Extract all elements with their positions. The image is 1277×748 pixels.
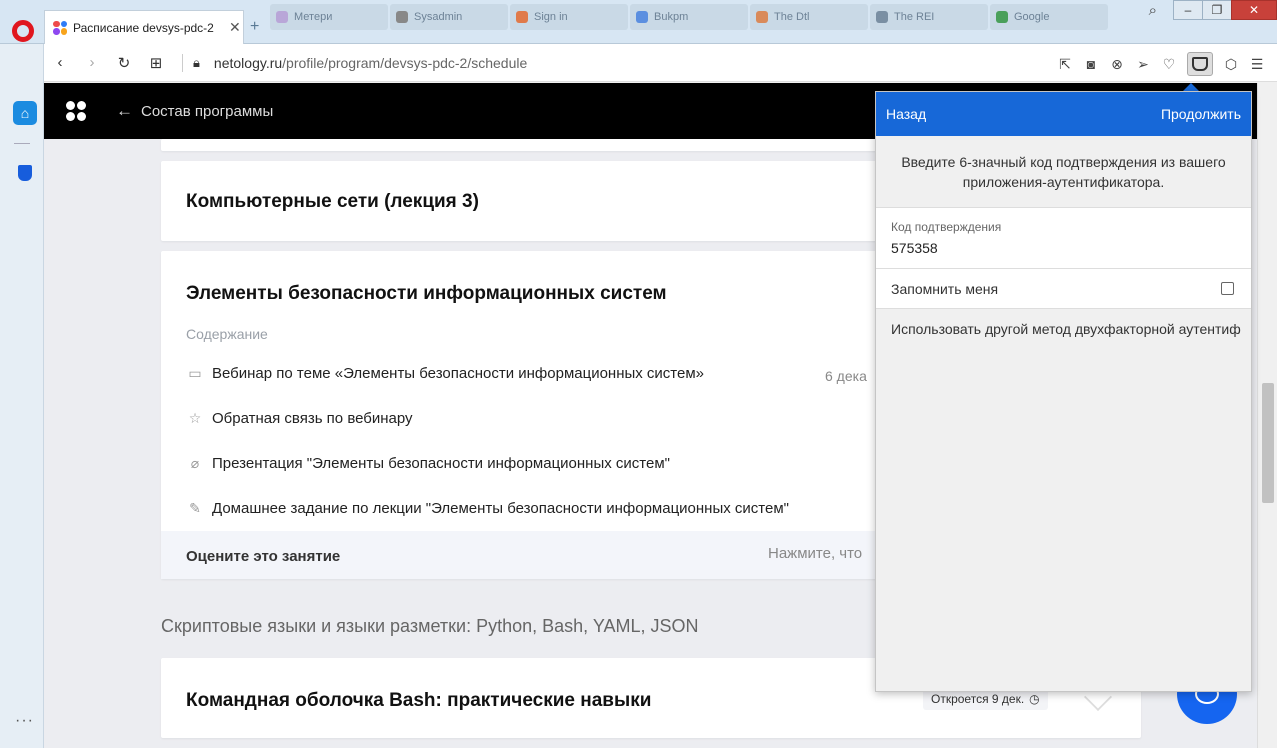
- browser-titlebar: Расписание devsys-pdc-2 ✕ + Метери Sysad…: [0, 0, 1277, 44]
- shield-icon: [1192, 57, 1208, 71]
- star-icon: ☆: [188, 410, 202, 426]
- background-tab[interactable]: Sign in: [510, 4, 628, 30]
- tab-close-icon[interactable]: ✕: [229, 19, 241, 36]
- send-icon[interactable]: ➢: [1135, 56, 1151, 73]
- background-tab[interactable]: The REI: [870, 4, 988, 30]
- arrow-left-icon: ←: [116, 101, 133, 120]
- maximize-button[interactable]: ❐: [1202, 0, 1232, 20]
- reload-icon[interactable]: ↻: [108, 54, 140, 72]
- cube-icon[interactable]: ⬡: [1223, 56, 1239, 73]
- lesson-item-webinar[interactable]: ▭ Вебинар по теме «Элементы безопасности…: [186, 365, 704, 382]
- lesson-item-feedback[interactable]: ☆ Обратная связь по вебинару: [186, 410, 413, 427]
- popup-caret: [1183, 83, 1199, 91]
- camera-icon[interactable]: ◙: [1083, 56, 1099, 72]
- opera-menu-icon[interactable]: [12, 20, 34, 42]
- background-tab[interactable]: The Dtl: [750, 4, 868, 30]
- netology-favicon-icon: [53, 20, 67, 35]
- heart-icon[interactable]: ♡: [1161, 56, 1177, 73]
- browser-sidebar: ⌂ ···: [0, 44, 44, 748]
- remember-me-checkbox[interactable]: [1221, 282, 1234, 295]
- tab-title: Расписание devsys-pdc-2: [73, 20, 214, 35]
- address-actions: ⇱ ◙ ⊗ ➢ ♡ ⬡ ☰: [1057, 52, 1265, 76]
- back-to-program-link[interactable]: ← Состав программы: [116, 101, 273, 121]
- share-icon[interactable]: ⇱: [1057, 56, 1073, 73]
- sidebar-divider: [14, 143, 30, 144]
- bitwarden-2fa-popup: Назад Продолжить Введите 6-значный код п…: [875, 91, 1252, 692]
- forward-icon[interactable]: ›: [76, 54, 108, 71]
- background-tab[interactable]: Google: [990, 4, 1108, 30]
- scrollbar-thumb[interactable]: [1262, 383, 1274, 503]
- minimize-button[interactable]: –: [1173, 0, 1203, 20]
- clock-icon: ◷: [1029, 692, 1040, 706]
- background-tab[interactable]: Метери: [270, 4, 388, 30]
- netology-logo-icon[interactable]: [66, 101, 86, 121]
- edit-icon: ✎: [189, 500, 201, 516]
- verification-code-label: Код подтверждения: [891, 220, 1002, 234]
- verification-code-field[interactable]: Код подтверждения: [876, 207, 1251, 269]
- new-tab-button[interactable]: +: [250, 18, 259, 36]
- tabs-grid-icon[interactable]: ⊞: [140, 54, 172, 72]
- paperclip-icon: ⌀: [190, 455, 200, 471]
- bitwarden-sidebar-icon[interactable]: [18, 165, 32, 181]
- background-tabs: Метери Sysadmin Sign in Bukpm The Dtl Th…: [270, 4, 1108, 30]
- popup-back-button[interactable]: Назад: [886, 106, 926, 122]
- home-icon[interactable]: ⌂: [13, 101, 37, 125]
- more-icon[interactable]: ···: [15, 712, 34, 730]
- popup-header: Назад Продолжить: [876, 92, 1251, 136]
- adblock-icon[interactable]: ⊗: [1109, 56, 1125, 73]
- background-tab[interactable]: Bukpm: [630, 4, 748, 30]
- lesson-title: Командная оболочка Bash: практические на…: [186, 690, 652, 711]
- close-window-button[interactable]: ✕: [1231, 0, 1277, 20]
- bitwarden-extension-icon[interactable]: [1187, 52, 1213, 76]
- url-field[interactable]: netology.ru/profile/program/devsys-pdc-2…: [214, 55, 527, 71]
- content-label: Содержание: [186, 326, 268, 342]
- lesson-title: Элементы безопасности информационных сис…: [186, 283, 667, 304]
- lesson-title: Компьютерные сети (лекция 3): [186, 191, 479, 212]
- tab-active[interactable]: Расписание devsys-pdc-2 ✕: [44, 10, 244, 44]
- easy-setup-icon[interactable]: ☰: [1249, 56, 1265, 73]
- lesson-item-homework[interactable]: ✎ Домашнее задание по лекции "Элементы б…: [186, 500, 789, 517]
- video-icon: ▭: [188, 365, 202, 381]
- rate-label: Оцените это занятие: [186, 548, 341, 565]
- popup-continue-button[interactable]: Продолжить: [1161, 106, 1241, 122]
- back-icon[interactable]: ‹: [44, 54, 76, 71]
- background-tab[interactable]: Sysadmin: [390, 4, 508, 30]
- window-controls: – ❐ ✕: [1173, 0, 1277, 20]
- rate-hint: Нажмите, что: [768, 545, 863, 562]
- other-2fa-method-link[interactable]: Использовать другой метод двухфакторной …: [876, 309, 1251, 351]
- lock-icon[interactable]: 🔒︎: [193, 55, 200, 71]
- lesson-date: 6 дека: [825, 368, 867, 384]
- lesson-item-presentation[interactable]: ⌀ Презентация "Элементы безопасности инф…: [186, 455, 670, 472]
- popup-message: Введите 6-значный код подтверждения из в…: [901, 154, 1226, 190]
- remember-me-label: Запомнить меня: [891, 280, 999, 297]
- search-icon[interactable]: ⌕: [1149, 2, 1157, 19]
- verification-code-input[interactable]: [891, 240, 1231, 256]
- separator: [182, 53, 183, 72]
- address-bar: ‹ › ↻ ⊞ 🔒︎ netology.ru/profile/program/d…: [44, 44, 1277, 82]
- remember-me-row[interactable]: Запомнить меня: [876, 269, 1251, 309]
- module-heading: Скриптовые языки и языки разметки: Pytho…: [161, 616, 699, 636]
- page-scrollbar[interactable]: [1257, 83, 1277, 748]
